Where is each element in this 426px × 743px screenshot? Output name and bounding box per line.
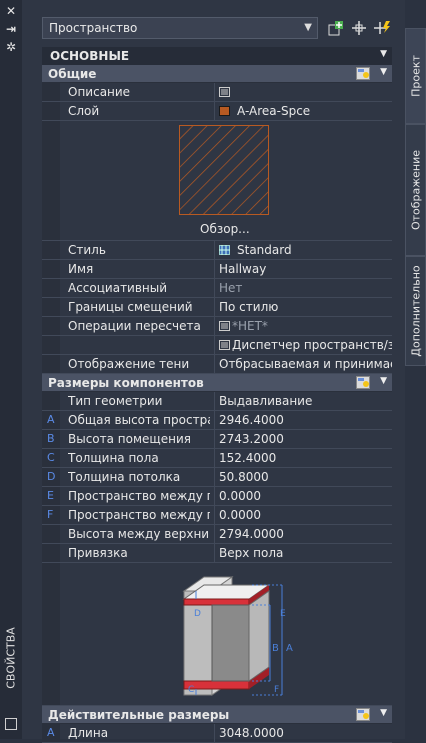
layer-color-swatch — [219, 106, 230, 116]
property-row-name[interactable]: Имя Hallway — [42, 260, 392, 279]
chevron-down-icon: ▼ — [380, 67, 387, 77]
property-row-geometry-type[interactable]: Тип геометрии Выдавливание — [42, 392, 392, 411]
property-row-ceiling-space[interactable]: EПространство между п...0.0000 — [42, 487, 392, 506]
property-row-calculation-modifiers[interactable]: Операции пересчета *НЕТ* — [42, 317, 392, 336]
dimension-diagram: D E B A C F — [42, 563, 392, 706]
property-row-total-height[interactable]: AОбщая высота простра...2946.4000 — [42, 411, 392, 430]
chevron-down-icon: ▼ — [304, 22, 312, 33]
tab-display[interactable]: Отображение — [405, 124, 426, 256]
diagram-label-c: C — [188, 685, 195, 695]
style-icon — [219, 245, 230, 255]
list-edit-icon[interactable] — [219, 321, 230, 331]
close-icon[interactable]: ✕ — [4, 4, 18, 18]
select-objects-icon[interactable] — [350, 19, 368, 37]
diagram-label-f: F — [274, 685, 280, 695]
quick-select-icon[interactable] — [373, 19, 391, 37]
category-dropdown[interactable]: Пространство ▼ — [42, 17, 318, 39]
property-row-description[interactable]: Описание — [42, 83, 392, 102]
preview-button[interactable]: Обзор... — [200, 222, 250, 236]
space-manager-icon[interactable] — [219, 340, 230, 350]
add-selection-icon[interactable] — [327, 19, 345, 37]
section-basic-header[interactable]: ОСНОВНЫЕ ▼ — [42, 47, 392, 65]
chevron-down-icon: ▼ — [380, 708, 387, 718]
palette-title-bar: ✕ ⇥ ✲ СВОЙСТВА — [0, 0, 23, 739]
chevron-down-icon: ▼ — [380, 376, 387, 386]
property-row-associative[interactable]: Ассоциативный Нет — [42, 279, 392, 298]
property-row-height-between[interactable]: Высота между верхним...2794.0000 — [42, 525, 392, 544]
property-row-shadow-display[interactable]: Отображение тени Отбрасываемая и принима… — [42, 355, 392, 374]
property-row-floor-thickness[interactable]: C Толщина пола 152.4000 — [42, 449, 392, 468]
property-row-room-height[interactable]: B Высота помещения 2743.2000 — [42, 430, 392, 449]
section-actual-dimensions-header[interactable]: Действительные размеры ▼ — [42, 706, 392, 724]
properties-panel: Пространство ▼ ОСНОВНЫЕ ▼ Общие ▼ Описан… — [22, 0, 405, 743]
space-section-diagram — [182, 576, 284, 696]
palette-icon — [5, 718, 17, 730]
property-row-style[interactable]: Стиль Standard — [42, 241, 392, 260]
property-row-offset-boundaries[interactable]: Границы смещений По стилю — [42, 298, 392, 317]
property-row-layer[interactable]: Слой A-Area-Spce — [42, 102, 392, 121]
settings-icon[interactable]: ✲ — [4, 40, 18, 54]
property-row-floor-space[interactable]: FПространство между п...0.0000 — [42, 506, 392, 525]
property-row-ceiling-thickness[interactable]: D Толщина потолка 50.8000 — [42, 468, 392, 487]
quick-properties-icon[interactable] — [356, 708, 370, 721]
description-edit-icon[interactable] — [219, 87, 230, 97]
diagram-label-e: E — [280, 609, 286, 619]
property-row-space-manager[interactable]: Диспетчер пространств/з... — [42, 336, 392, 355]
autohide-icon[interactable]: ⇥ — [4, 22, 18, 36]
chevron-down-icon: ▼ — [380, 49, 387, 59]
section-general-header[interactable]: Общие ▼ — [42, 65, 392, 83]
hatch-preview-image — [179, 125, 269, 215]
style-preview: Обзор... — [42, 121, 392, 241]
palette-title: СВОЙСТВА — [4, 627, 18, 689]
diagram-label-a: A — [286, 643, 293, 654]
quick-properties-icon[interactable] — [356, 67, 370, 80]
section-component-dimensions-header[interactable]: Размеры компонентов ▼ — [42, 374, 392, 392]
tab-strip: Проект Отображение Дополнительно — [405, 0, 426, 739]
tab-project[interactable]: Проект — [405, 28, 426, 124]
diagram-label-b: B — [272, 643, 279, 654]
category-dropdown-value: Пространство — [49, 21, 138, 35]
quick-properties-icon[interactable] — [356, 376, 370, 389]
property-row-length[interactable]: A Длина 3048.0000 — [42, 724, 392, 743]
tab-extended[interactable]: Дополнительно — [405, 256, 426, 366]
property-row-justification[interactable]: Привязка Верх пола — [42, 544, 392, 563]
property-grid: ОСНОВНЫЕ ▼ Общие ▼ Описание Слой A-Area-… — [42, 47, 392, 743]
diagram-label-d: D — [194, 609, 201, 619]
